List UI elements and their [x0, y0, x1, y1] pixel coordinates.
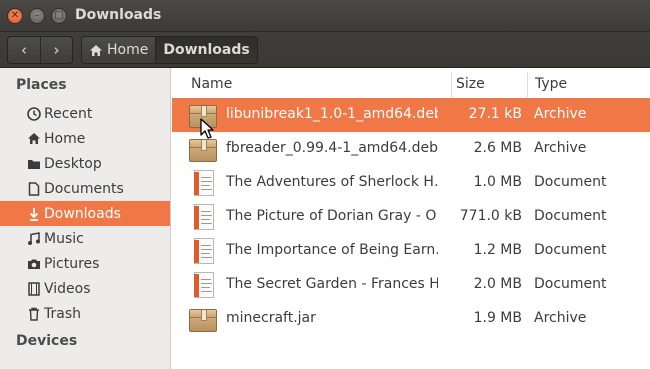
sidebar-item-pictures[interactable]: Pictures	[0, 251, 170, 276]
close-icon: ✕	[10, 10, 20, 21]
forward-button[interactable]: ›	[39, 37, 72, 63]
breadcrumb-downloads-label: Downloads	[163, 42, 250, 58]
sidebar-item-downloads[interactable]: Downloads	[0, 201, 170, 226]
folder-icon	[26, 158, 42, 170]
breadcrumb: Home Downloads	[81, 36, 258, 64]
file-size: 1.0 MB	[473, 174, 522, 190]
document-file-icon	[189, 238, 217, 264]
sidebar-item-documents[interactable]: Documents	[0, 176, 170, 201]
file-row[interactable]: The Secret Garden - Frances H… 2.0 MB Do…	[172, 268, 650, 302]
sidebar-item-label: Desktop	[44, 155, 102, 172]
sidebar-item-trash[interactable]: Trash	[0, 301, 170, 326]
toolbar: ‹ › Home Downloads	[0, 32, 650, 68]
sidebar-item-label: Music	[44, 230, 84, 247]
file-row[interactable]: The Picture of Dorian Gray - O… 771.0 kB…	[172, 200, 650, 234]
film-icon	[26, 281, 42, 296]
breadcrumb-home-label: Home	[107, 42, 149, 58]
file-row[interactable]: The Adventures of Sherlock H… 1.0 MB Doc…	[172, 166, 650, 200]
title-bar: ✕ – □ Downloads	[0, 0, 650, 32]
file-row[interactable]: The Importance of Being Earn… 1.2 MB Doc…	[172, 234, 650, 268]
maximize-icon: □	[54, 10, 64, 21]
download-icon	[26, 207, 42, 221]
maximize-window-button[interactable]: □	[51, 8, 67, 24]
sidebar-item-videos[interactable]: Videos	[0, 276, 170, 301]
sidebar-item-label: Documents	[44, 180, 124, 197]
file-name: The Adventures of Sherlock H…	[226, 174, 438, 190]
sidebar-item-home[interactable]: Home	[0, 126, 170, 151]
minimize-icon: –	[34, 10, 40, 21]
file-type: Archive	[534, 140, 587, 156]
file-row[interactable]: minecraft.jar 1.9 MB Archive	[172, 302, 650, 336]
file-name: fbreader_0.99.4-1_amd64.deb	[226, 140, 438, 156]
file-name: libunibreak1_1.0-1_amd64.deb	[226, 106, 438, 122]
file-row[interactable]: fbreader_0.99.4-1_amd64.deb 2.6 MB Archi…	[172, 132, 650, 166]
sidebar: Places Recent Home Desktop Documents Dow…	[0, 68, 171, 369]
file-type: Document	[534, 242, 607, 258]
sidebar-item-label: Videos	[44, 280, 91, 297]
file-size: 2.0 MB	[473, 276, 522, 292]
sidebar-item-label: Recent	[44, 105, 93, 122]
trash-icon	[26, 307, 42, 321]
breadcrumb-home[interactable]: Home	[82, 37, 156, 63]
home-icon	[90, 44, 102, 56]
music-icon	[26, 231, 42, 246]
camera-icon	[26, 258, 42, 270]
archive-icon	[189, 306, 217, 332]
chevron-right-icon: ›	[53, 41, 60, 59]
clock-icon	[26, 106, 42, 121]
file-type: Document	[534, 174, 607, 190]
back-button[interactable]: ‹	[8, 37, 40, 63]
mouse-cursor-icon	[200, 118, 214, 139]
sidebar-item-desktop[interactable]: Desktop	[0, 151, 170, 176]
file-name: The Secret Garden - Frances H…	[226, 276, 438, 292]
column-header-size[interactable]: Size	[456, 76, 485, 92]
sidebar-item-label: Pictures	[44, 255, 100, 272]
file-type: Archive	[534, 106, 587, 122]
sidebar-item-label: Downloads	[44, 205, 121, 222]
sidebar-item-recent[interactable]: Recent	[0, 101, 170, 126]
devices-heading: Devices	[16, 333, 78, 349]
file-type: Document	[534, 276, 607, 292]
file-size: 771.0 kB	[459, 208, 522, 224]
document-file-icon	[189, 204, 217, 230]
home-icon	[26, 132, 42, 145]
chevron-left-icon: ‹	[20, 41, 27, 59]
minimize-window-button[interactable]: –	[29, 8, 45, 24]
file-type: Document	[534, 208, 607, 224]
document-file-icon	[189, 272, 217, 298]
file-type: Archive	[534, 310, 587, 326]
file-name: The Importance of Being Earn…	[226, 242, 438, 258]
places-heading: Places	[16, 77, 67, 93]
document-icon	[26, 181, 42, 196]
column-header-name[interactable]: Name	[191, 76, 232, 92]
column-divider[interactable]	[527, 72, 528, 97]
breadcrumb-downloads[interactable]: Downloads	[155, 37, 257, 63]
sidebar-item-label: Home	[44, 130, 86, 147]
column-header-type[interactable]: Type	[535, 76, 567, 92]
close-window-button[interactable]: ✕	[7, 8, 23, 24]
column-headers: Name Size Type	[172, 68, 650, 101]
column-divider[interactable]	[451, 72, 452, 97]
file-row[interactable]: libunibreak1_1.0-1_amd64.deb 27.1 kB Arc…	[172, 98, 650, 132]
file-size: 2.6 MB	[473, 140, 522, 156]
file-size: 1.2 MB	[473, 242, 522, 258]
window-title: Downloads	[75, 7, 162, 23]
file-name: minecraft.jar	[226, 310, 316, 326]
file-name: The Picture of Dorian Gray - O…	[226, 208, 438, 224]
file-size: 27.1 kB	[468, 106, 522, 122]
nav-buttons: ‹ ›	[7, 36, 73, 64]
sidebar-item-music[interactable]: Music	[0, 226, 170, 251]
sidebar-item-label: Trash	[44, 305, 81, 322]
file-size: 1.9 MB	[473, 310, 522, 326]
document-file-icon	[189, 170, 217, 196]
file-list: Name Size Type libunibreak1_1.0-1_amd64.…	[172, 68, 650, 369]
